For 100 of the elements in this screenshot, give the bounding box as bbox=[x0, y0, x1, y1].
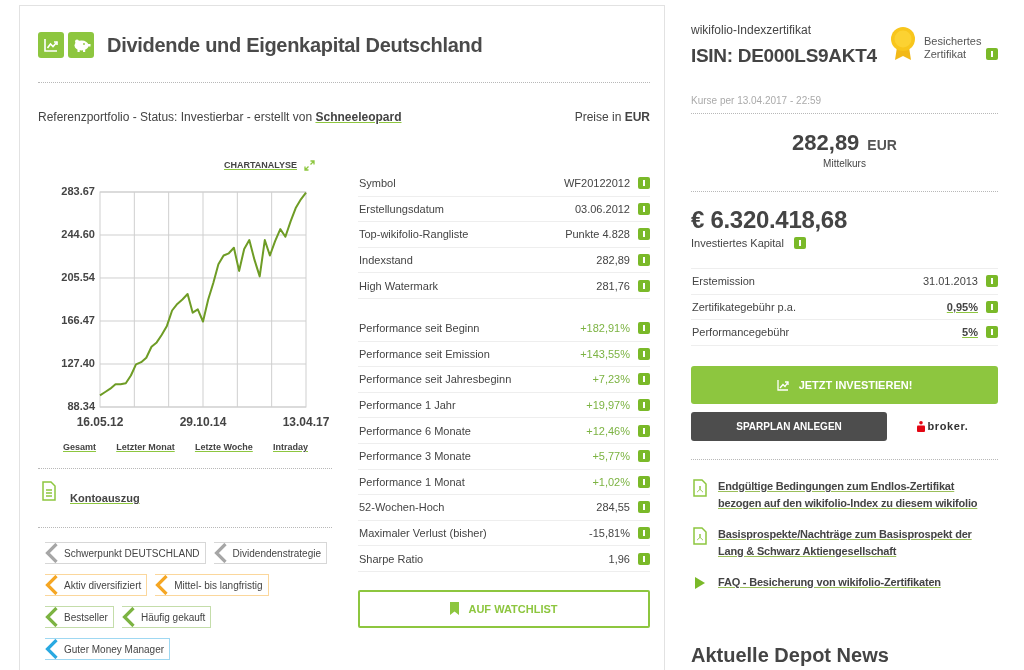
stat-label: Indexstand bbox=[359, 254, 414, 267]
status-line: Referenzportfolio - Status: Investierbar - erstellt von Schneeleopard bbox=[38, 110, 402, 124]
range-link[interactable]: Letzte Woche bbox=[194, 442, 253, 452]
stat-label: Erstellungsdatum bbox=[359, 202, 445, 215]
logo-mark-icon bbox=[916, 420, 925, 432]
stat-label: High Watermark bbox=[359, 279, 440, 292]
info-icon[interactable] bbox=[638, 373, 650, 386]
stat-value: +1,02% bbox=[592, 475, 630, 488]
stat-value: +182,91% bbox=[580, 322, 630, 335]
trend-chart-icon bbox=[38, 32, 64, 58]
stat-value: -15,81% bbox=[589, 527, 630, 539]
info-icon[interactable] bbox=[638, 501, 650, 514]
info-icon[interactable] bbox=[638, 475, 650, 488]
bookmark-icon bbox=[450, 602, 460, 616]
piggy-bank-icon bbox=[68, 32, 94, 58]
stat-label: Performance 1 Monat bbox=[359, 475, 466, 488]
document-icon bbox=[693, 526, 707, 545]
info-icon[interactable] bbox=[638, 424, 650, 437]
fact-label: Performancegebühr bbox=[692, 326, 791, 339]
stat-label: Performance seit Emission bbox=[359, 347, 491, 360]
info-icon[interactable] bbox=[638, 279, 650, 292]
stat-label: Symbol bbox=[359, 177, 397, 190]
stat-value: 282,89 bbox=[596, 254, 630, 267]
info-icon[interactable] bbox=[638, 450, 650, 463]
stat-label: Performance 1 Jahr bbox=[359, 399, 457, 412]
x-axis-label: 16.05.12 bbox=[76, 415, 124, 429]
stat-value: +5,77% bbox=[592, 450, 630, 463]
document-icon bbox=[693, 478, 707, 497]
chart-analysis-link[interactable]: CHARTANALYSE bbox=[224, 160, 297, 170]
y-axis-label: 88.34 bbox=[67, 400, 95, 412]
info-icon[interactable] bbox=[986, 48, 998, 60]
stat-label: Top-wikifolio-Rangliste bbox=[359, 228, 470, 241]
y-axis-label: 205.54 bbox=[61, 271, 95, 283]
info-icon[interactable] bbox=[638, 552, 650, 565]
range-link[interactable]: Intraday bbox=[273, 442, 308, 452]
y-axis-label: 244.60 bbox=[61, 228, 95, 240]
category-tag[interactable]: Mittel- bis langfristig bbox=[155, 574, 269, 596]
document-icon bbox=[40, 481, 56, 501]
info-icon[interactable] bbox=[986, 326, 998, 339]
secured-label: Besichertes Zertifikat bbox=[924, 35, 983, 61]
range-link[interactable]: Letzter Monat bbox=[116, 442, 175, 452]
play-icon bbox=[695, 576, 705, 589]
capital-value: € 6.320.418,68 bbox=[691, 206, 848, 234]
stat-label: Performance 3 Monate bbox=[359, 450, 472, 463]
stat-label: Performance 6 Monate bbox=[359, 424, 472, 437]
stat-value: 284,55 bbox=[596, 501, 630, 514]
document-link[interactable]: Endgültige Bedingungen zum Endlos-Zertifikat bezogen auf den wikifolio-Index zu diesem wikifolio bbox=[718, 477, 998, 512]
range-link[interactable]: Gesamt bbox=[63, 442, 97, 452]
stat-value: 281,76 bbox=[596, 279, 630, 292]
fact-label: Erstemission bbox=[692, 275, 756, 288]
info-icon[interactable] bbox=[638, 399, 650, 412]
stat-value: +7,23% bbox=[592, 373, 630, 386]
broker-logo-text: broker. bbox=[927, 420, 969, 433]
category-tag[interactable]: Häufig gekauft bbox=[121, 606, 212, 628]
info-icon[interactable] bbox=[793, 237, 806, 249]
stat-value: +12,46% bbox=[586, 424, 630, 437]
category-tag[interactable]: Schwerpunkt DEUTSCHLAND bbox=[45, 542, 206, 564]
info-icon[interactable] bbox=[638, 177, 650, 190]
stat-value: 03.06.2012 bbox=[574, 202, 630, 215]
y-axis-label: 283.67 bbox=[61, 185, 95, 197]
currency-note: Preise in EUR bbox=[574, 110, 650, 124]
fact-label: Zertifikategebühr p.a. bbox=[692, 300, 797, 313]
info-icon[interactable] bbox=[986, 275, 998, 288]
category-tag[interactable]: Bestseller bbox=[45, 606, 114, 628]
stat-label: Performance seit Jahresbeginn bbox=[359, 373, 513, 386]
account-statement-link[interactable]: Kontoauszug bbox=[70, 492, 140, 504]
category-tag[interactable]: Guter Money Manager bbox=[45, 638, 171, 660]
fact-value[interactable]: 5% bbox=[962, 326, 978, 339]
info-icon[interactable] bbox=[638, 254, 650, 267]
savings-plan-button[interactable]: SPARPLAN ANLEGEN bbox=[691, 411, 887, 441]
stat-value: +143,55% bbox=[580, 347, 630, 360]
document-link[interactable]: FAQ - Besicherung von wikifolio-Zertifikaten bbox=[718, 573, 941, 591]
price-value: 282,89 bbox=[792, 130, 860, 156]
info-icon[interactable] bbox=[638, 228, 650, 241]
stat-value: +19,97% bbox=[586, 399, 630, 412]
category-tag[interactable]: Dividendenstrategie bbox=[213, 542, 327, 564]
document-link[interactable]: Basisprospekte/Nachträge zum Basisprospekt der Lang & Schwarz Aktiengesellschaft bbox=[718, 525, 998, 560]
price-currency: EUR bbox=[867, 137, 897, 153]
isin-title: ISIN: DE000LS9AKT4 bbox=[691, 45, 877, 67]
info-icon[interactable] bbox=[638, 347, 650, 360]
fact-value[interactable]: 0,95% bbox=[946, 300, 978, 313]
trend-chart-icon bbox=[776, 378, 789, 391]
award-rosette-icon bbox=[890, 27, 916, 61]
stat-label: 52-Wochen-Hoch bbox=[359, 501, 446, 514]
x-axis-label: 13.04.17 bbox=[282, 415, 330, 429]
author-link[interactable]: Schneeleopard bbox=[315, 110, 402, 124]
stat-label: Sharpe Ratio bbox=[359, 552, 425, 565]
y-axis-label: 127.40 bbox=[61, 357, 95, 369]
category-tag[interactable]: Aktiv diversifiziert bbox=[45, 574, 148, 596]
news-heading: Aktuelle Depot News bbox=[691, 643, 890, 667]
certificate-type: wikifolio-Indexzertifikat bbox=[691, 23, 813, 37]
info-icon[interactable] bbox=[986, 300, 998, 313]
info-icon[interactable] bbox=[638, 322, 650, 335]
expand-icon[interactable] bbox=[304, 159, 315, 171]
info-icon[interactable] bbox=[638, 202, 650, 215]
stat-value: WF20122012 bbox=[563, 177, 630, 190]
info-icon[interactable] bbox=[638, 527, 650, 539]
capital-label: Investiertes Kapital bbox=[691, 237, 784, 249]
y-axis-label: 166.47 bbox=[61, 314, 95, 326]
stat-value: 1,96 bbox=[608, 552, 630, 565]
